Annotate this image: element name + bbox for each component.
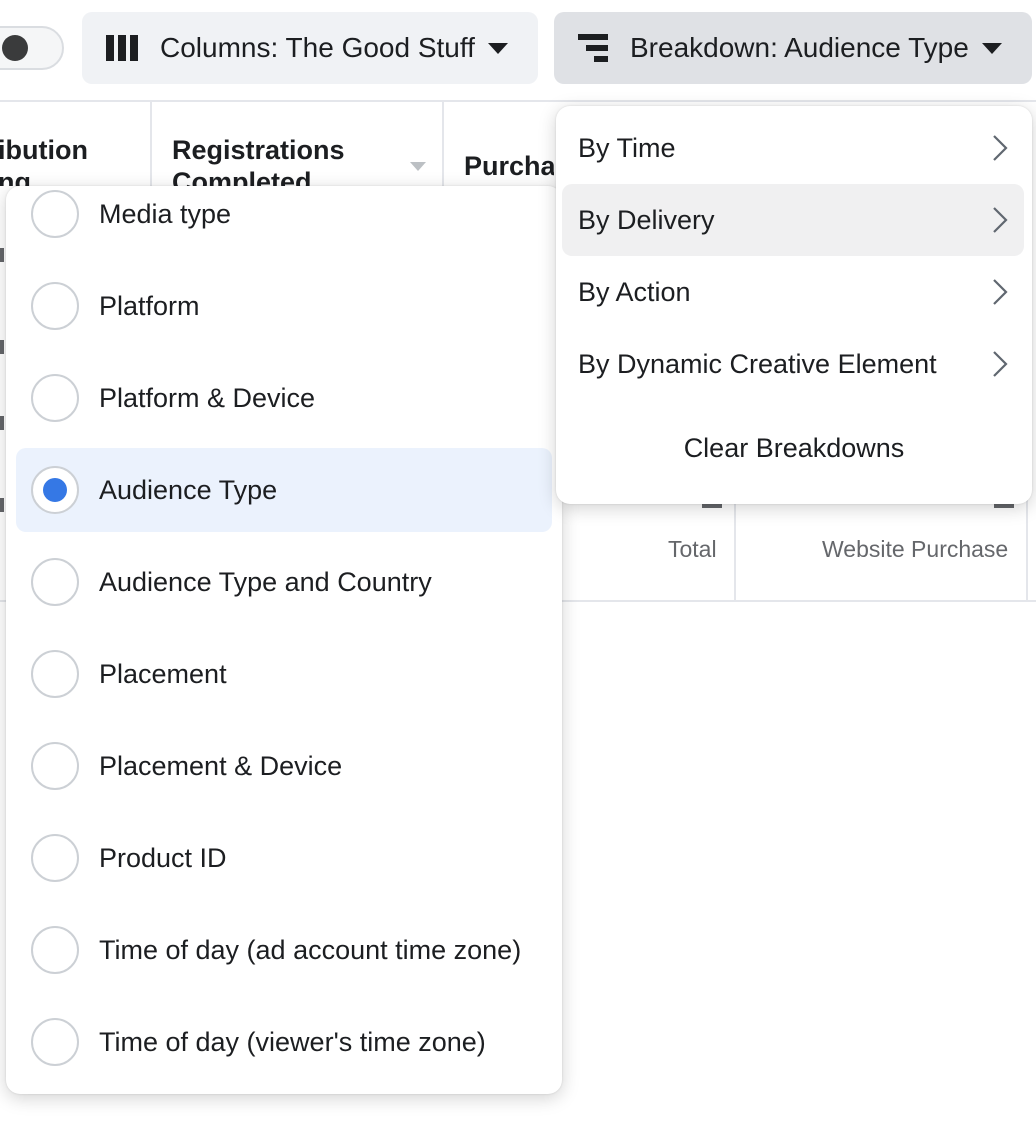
option-placement[interactable]: Placement xyxy=(16,632,552,716)
row-marker xyxy=(0,340,4,354)
columns-icon xyxy=(106,35,138,61)
option-product-id[interactable]: Product ID xyxy=(16,816,552,900)
column-header-registrations[interactable]: Registrations xyxy=(172,134,345,166)
option-platform-device[interactable]: Platform & Device xyxy=(16,356,552,440)
clear-breakdowns-button[interactable]: Clear Breakdowns xyxy=(556,422,1032,474)
sort-icon[interactable] xyxy=(410,162,426,171)
option-platform[interactable]: Platform xyxy=(16,264,552,348)
column-header-attribution-line2: ng xyxy=(0,167,31,186)
columns-button-label: Columns: The Good Stuff xyxy=(160,32,475,63)
column-header-attribution[interactable]: ibution xyxy=(0,134,88,166)
chevron-right-icon xyxy=(993,135,1008,161)
breakdown-button[interactable]: Breakdown: Audience Type xyxy=(554,12,1032,84)
column-divider xyxy=(1026,500,1028,600)
radio-button[interactable] xyxy=(31,374,79,422)
radio-button[interactable] xyxy=(31,1018,79,1066)
category-by-action[interactable]: By Action xyxy=(562,256,1024,328)
empty-value-dash xyxy=(994,504,1014,508)
option-label: Platform xyxy=(99,290,200,321)
radio-button[interactable] xyxy=(31,190,79,238)
category-label: By Time xyxy=(578,132,676,163)
option-audience-type[interactable]: Audience Type xyxy=(16,448,552,532)
row-marker xyxy=(0,498,4,512)
breakdown-button-label: Breakdown: Audience Type xyxy=(630,32,969,63)
radio-button[interactable] xyxy=(31,650,79,698)
category-label: By Delivery xyxy=(578,204,715,235)
option-time-of-day-viewer[interactable]: Time of day (viewer's time zone) xyxy=(16,1000,552,1084)
radio-button-selected[interactable] xyxy=(31,466,79,514)
radio-button[interactable] xyxy=(31,282,79,330)
chevron-right-icon xyxy=(993,207,1008,233)
columns-button[interactable]: Columns: The Good Stuff xyxy=(82,12,538,84)
breakdown-categories-menu: By Time By Delivery By Action By Dynamic… xyxy=(556,106,1032,504)
radio-button[interactable] xyxy=(31,926,79,974)
category-label: By Dynamic Creative Element xyxy=(578,348,937,379)
breakdown-icon xyxy=(578,34,608,62)
chevron-right-icon xyxy=(993,351,1008,377)
option-label: Audience Type and Country xyxy=(99,566,432,597)
column-divider xyxy=(150,100,152,190)
radio-button[interactable] xyxy=(31,834,79,882)
chevron-down-icon xyxy=(982,42,1002,54)
column-header-purchases[interactable]: Purcha xyxy=(464,150,554,182)
empty-value-dash xyxy=(702,504,722,508)
row-marker xyxy=(0,248,4,262)
chevron-down-icon xyxy=(488,42,508,54)
option-label: Media type xyxy=(99,198,232,229)
option-label: Placement & Device xyxy=(99,750,343,781)
column-divider xyxy=(442,100,444,190)
option-label: Platform & Device xyxy=(99,382,316,413)
option-time-of-day-account[interactable]: Time of day (ad account time zone) xyxy=(16,908,552,992)
option-label: Product ID xyxy=(99,842,227,873)
row-marker xyxy=(0,416,4,430)
option-label: Time of day (ad account time zone) xyxy=(99,934,522,965)
view-toggle[interactable] xyxy=(0,26,64,70)
website-purchase-label: Website Purchase xyxy=(822,536,1009,562)
option-label: Placement xyxy=(99,658,227,689)
radio-button[interactable] xyxy=(31,558,79,606)
option-placement-device[interactable]: Placement & Device xyxy=(16,724,552,808)
chevron-right-icon xyxy=(993,279,1008,305)
category-by-delivery[interactable]: By Delivery xyxy=(562,184,1024,256)
category-label: By Action xyxy=(578,276,691,307)
column-divider xyxy=(734,500,736,600)
option-audience-type-country[interactable]: Audience Type and Country xyxy=(16,540,552,624)
breakdown-options-menu: Media type Platform Platform & Device Au… xyxy=(6,186,562,1094)
category-by-dynamic-creative-element[interactable]: By Dynamic Creative Element xyxy=(562,328,1024,400)
radio-button[interactable] xyxy=(31,742,79,790)
table-divider xyxy=(0,100,1036,102)
total-label: Total xyxy=(668,536,717,562)
toggle-knob xyxy=(2,35,28,61)
option-media-type[interactable]: Media type xyxy=(16,186,552,256)
option-label: Audience Type xyxy=(99,474,278,505)
option-label: Time of day (viewer's time zone) xyxy=(99,1026,486,1057)
category-by-time[interactable]: By Time xyxy=(562,112,1024,184)
column-header-registrations-line2: Completed xyxy=(172,167,312,186)
